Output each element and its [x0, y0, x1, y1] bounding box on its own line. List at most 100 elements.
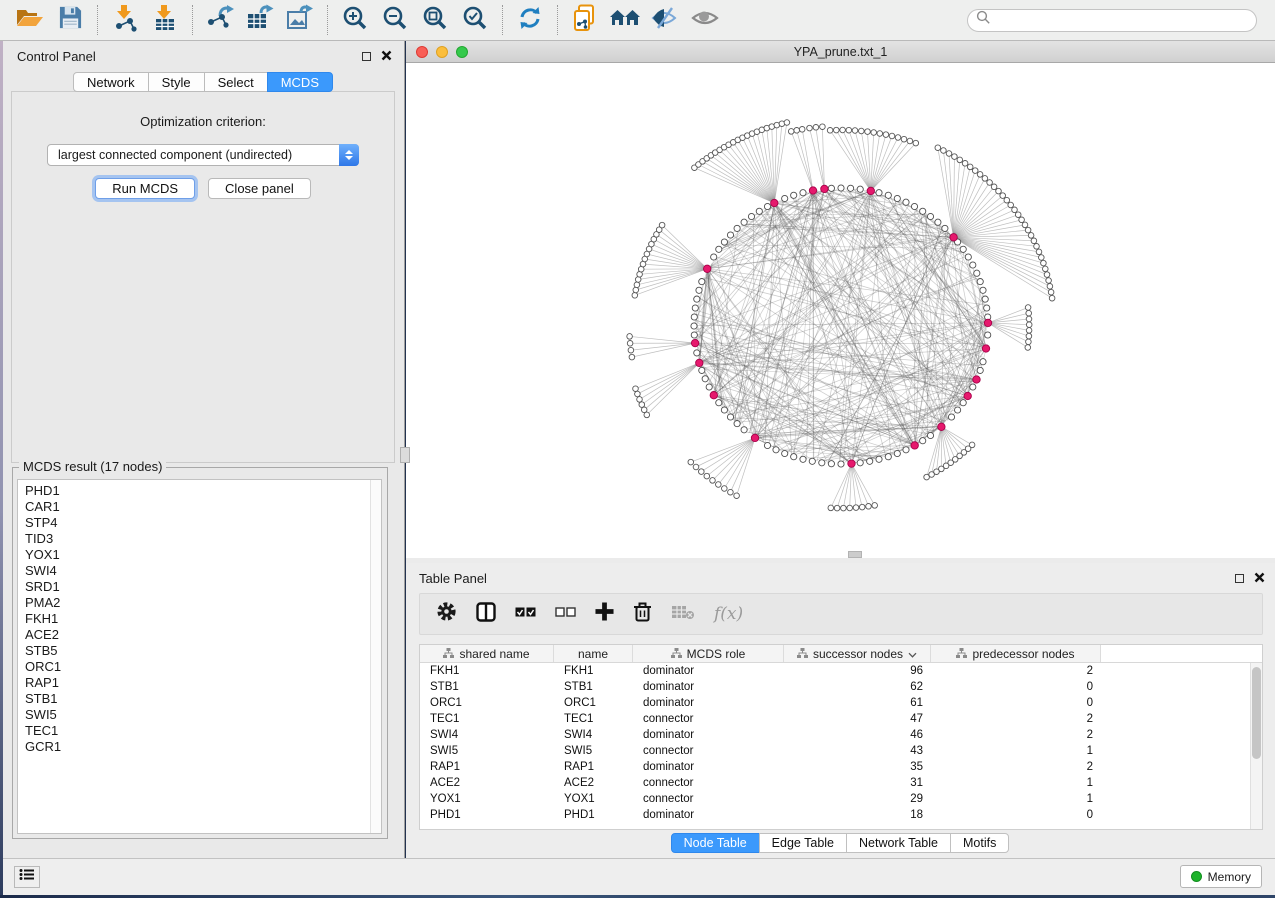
graph-leaf-node[interactable]	[1026, 333, 1032, 339]
graph-leaf-node[interactable]	[633, 386, 639, 392]
graph-leaf-node[interactable]	[1012, 207, 1018, 213]
zoom-selected-button[interactable]	[455, 3, 495, 37]
mcds-result-item[interactable]: ACE2	[25, 627, 381, 643]
graph-node[interactable]	[691, 314, 697, 320]
graph-node[interactable]	[748, 213, 754, 219]
graph-leaf-node[interactable]	[913, 140, 919, 146]
graph-leaf-node[interactable]	[722, 486, 728, 492]
mcds-result-item[interactable]: TID3	[25, 531, 381, 547]
graph-leaf-node[interactable]	[632, 293, 638, 299]
graph-node[interactable]	[876, 190, 882, 196]
table-row[interactable]: FKH1FKH1dominator962	[420, 663, 1262, 679]
graph-leaf-node[interactable]	[1047, 284, 1053, 290]
tab-network-table[interactable]: Network Table	[846, 833, 951, 853]
search-box[interactable]	[967, 9, 1257, 32]
graph-node[interactable]	[911, 203, 917, 209]
table-row[interactable]: YOX1YOX1connector291	[420, 791, 1262, 807]
graph-leaf-node[interactable]	[635, 391, 641, 397]
graph-hub-node[interactable]	[964, 392, 971, 399]
graph-leaf-node[interactable]	[693, 464, 699, 470]
graph-leaf-node[interactable]	[1026, 322, 1032, 328]
graph-node[interactable]	[819, 460, 825, 466]
graph-leaf-node[interactable]	[807, 125, 813, 131]
float-window-icon[interactable]	[362, 52, 371, 61]
graph-leaf-node[interactable]	[827, 128, 833, 134]
graph-node[interactable]	[894, 450, 900, 456]
graph-leaf-node[interactable]	[1031, 238, 1037, 244]
graph-node[interactable]	[764, 442, 770, 448]
mcds-result-item[interactable]: SWI4	[25, 563, 381, 579]
graph-leaf-node[interactable]	[628, 347, 634, 353]
column-header-mcds-role[interactable]: MCDS role	[633, 645, 784, 662]
graph-leaf-node[interactable]	[820, 124, 826, 130]
mcds-result-list[interactable]: PHD1CAR1STP4TID3YOX1SWI4SRD1PMA2FKH1ACE2…	[17, 479, 382, 834]
show-all-button[interactable]	[685, 3, 725, 37]
graph-leaf-node[interactable]	[788, 129, 794, 135]
graph-node[interactable]	[838, 185, 844, 191]
graph-leaf-node[interactable]	[629, 354, 635, 360]
graph-leaf-node[interactable]	[784, 120, 790, 126]
graph-node[interactable]	[727, 232, 733, 238]
graph-leaf-node[interactable]	[859, 504, 865, 510]
graph-node[interactable]	[691, 323, 697, 329]
graph-leaf-node[interactable]	[1043, 266, 1049, 272]
graph-hub-node[interactable]	[982, 345, 989, 352]
graph-node[interactable]	[828, 185, 834, 191]
function-builder-button[interactable]: f(x)	[714, 604, 743, 624]
graph-node[interactable]	[702, 376, 708, 382]
graph-leaf-node[interactable]	[847, 505, 853, 511]
table-row[interactable]: ACE2ACE2connector311	[420, 775, 1262, 791]
tab-node-table[interactable]: Node Table	[671, 833, 760, 853]
graph-hub-node[interactable]	[821, 185, 828, 192]
graph-node[interactable]	[977, 279, 983, 285]
graph-hub-node[interactable]	[751, 434, 758, 441]
graph-leaf-node[interactable]	[734, 493, 740, 499]
mcds-result-item[interactable]: CAR1	[25, 499, 381, 515]
graph-node[interactable]	[791, 454, 797, 460]
graph-node[interactable]	[828, 461, 834, 467]
mcds-result-item[interactable]: STB1	[25, 691, 381, 707]
graph-leaf-node[interactable]	[924, 474, 930, 480]
graph-leaf-node[interactable]	[1041, 260, 1047, 266]
graph-leaf-node[interactable]	[1025, 305, 1031, 311]
graph-node[interactable]	[974, 270, 980, 276]
mcds-result-item[interactable]: SRD1	[25, 579, 381, 595]
graph-node[interactable]	[699, 367, 705, 373]
graph-node[interactable]	[980, 359, 986, 365]
close-panel-icon[interactable]	[1254, 571, 1265, 586]
optimization-criterion-select[interactable]: largest connected component (undirected)	[47, 144, 359, 166]
graph-leaf-node[interactable]	[641, 407, 647, 413]
network-view-titlebar[interactable]: YPA_prune.txt_1	[406, 41, 1275, 63]
graph-node[interactable]	[927, 213, 933, 219]
graph-leaf-node[interactable]	[1028, 233, 1034, 239]
hide-selected-button[interactable]	[645, 3, 685, 37]
split-view-button[interactable]	[476, 602, 496, 627]
vertical-splitter-handle[interactable]	[400, 447, 410, 463]
minimize-window-icon[interactable]	[436, 46, 448, 58]
tab-edge-table[interactable]: Edge Table	[759, 833, 847, 853]
import-network-button[interactable]	[105, 3, 145, 37]
graph-hub-node[interactable]	[867, 187, 874, 194]
scrollbar-thumb[interactable]	[1252, 667, 1261, 759]
graph-node[interactable]	[960, 246, 966, 252]
graph-leaf-node[interactable]	[967, 164, 973, 170]
import-table-button[interactable]	[145, 3, 185, 37]
graph-leaf-node[interactable]	[1049, 295, 1055, 301]
mcds-result-item[interactable]: PMA2	[25, 595, 381, 611]
mcds-result-item[interactable]: STP4	[25, 515, 381, 531]
column-header-name[interactable]: name	[554, 645, 633, 662]
graph-leaf-node[interactable]	[635, 277, 641, 283]
graph-hub-node[interactable]	[771, 199, 778, 206]
graph-leaf-node[interactable]	[639, 402, 645, 408]
graph-leaf-node[interactable]	[889, 133, 895, 139]
graph-leaf-node[interactable]	[883, 132, 889, 138]
column-header-shared-name[interactable]: shared name	[420, 645, 554, 662]
graph-leaf-node[interactable]	[659, 222, 665, 228]
graph-leaf-node[interactable]	[935, 145, 941, 151]
delete-table-button[interactable]	[671, 604, 695, 625]
graph-node[interactable]	[716, 400, 722, 406]
graph-leaf-node[interactable]	[1039, 255, 1045, 261]
maximize-window-icon[interactable]	[456, 46, 468, 58]
graph-node[interactable]	[838, 461, 844, 467]
graph-node[interactable]	[903, 447, 909, 453]
